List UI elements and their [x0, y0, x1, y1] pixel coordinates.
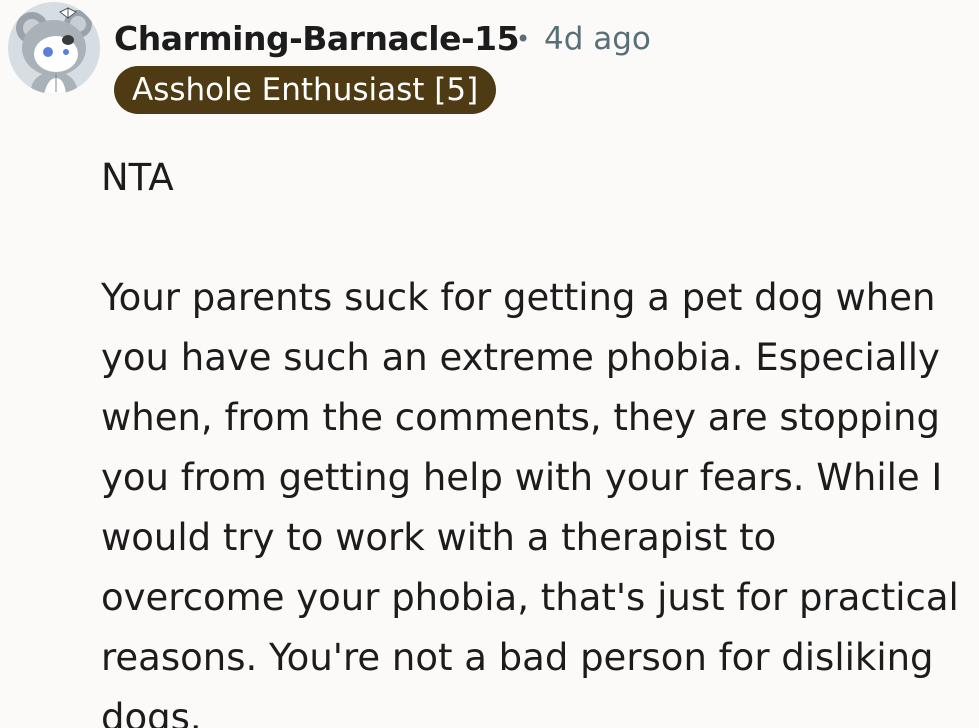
comment: Charming-Barnacle-15 • 4d ago Asshole En…: [0, 0, 979, 728]
comment-timestamp[interactable]: 4d ago: [544, 17, 651, 61]
user-avatar[interactable]: [8, 2, 100, 94]
meta-separator: •: [516, 25, 531, 53]
comment-paragraph: NTA: [101, 156, 174, 199]
comment-body: NTA Your parents suck for getting a pet …: [101, 148, 961, 728]
author-username[interactable]: Charming-Barnacle-15: [114, 17, 520, 61]
snoo-avatar-icon: [8, 2, 100, 94]
user-flair-badge: Asshole Enthusiast [5]: [114, 66, 497, 114]
comment-paragraph: Your parents suck for getting a pet dog …: [101, 276, 959, 728]
